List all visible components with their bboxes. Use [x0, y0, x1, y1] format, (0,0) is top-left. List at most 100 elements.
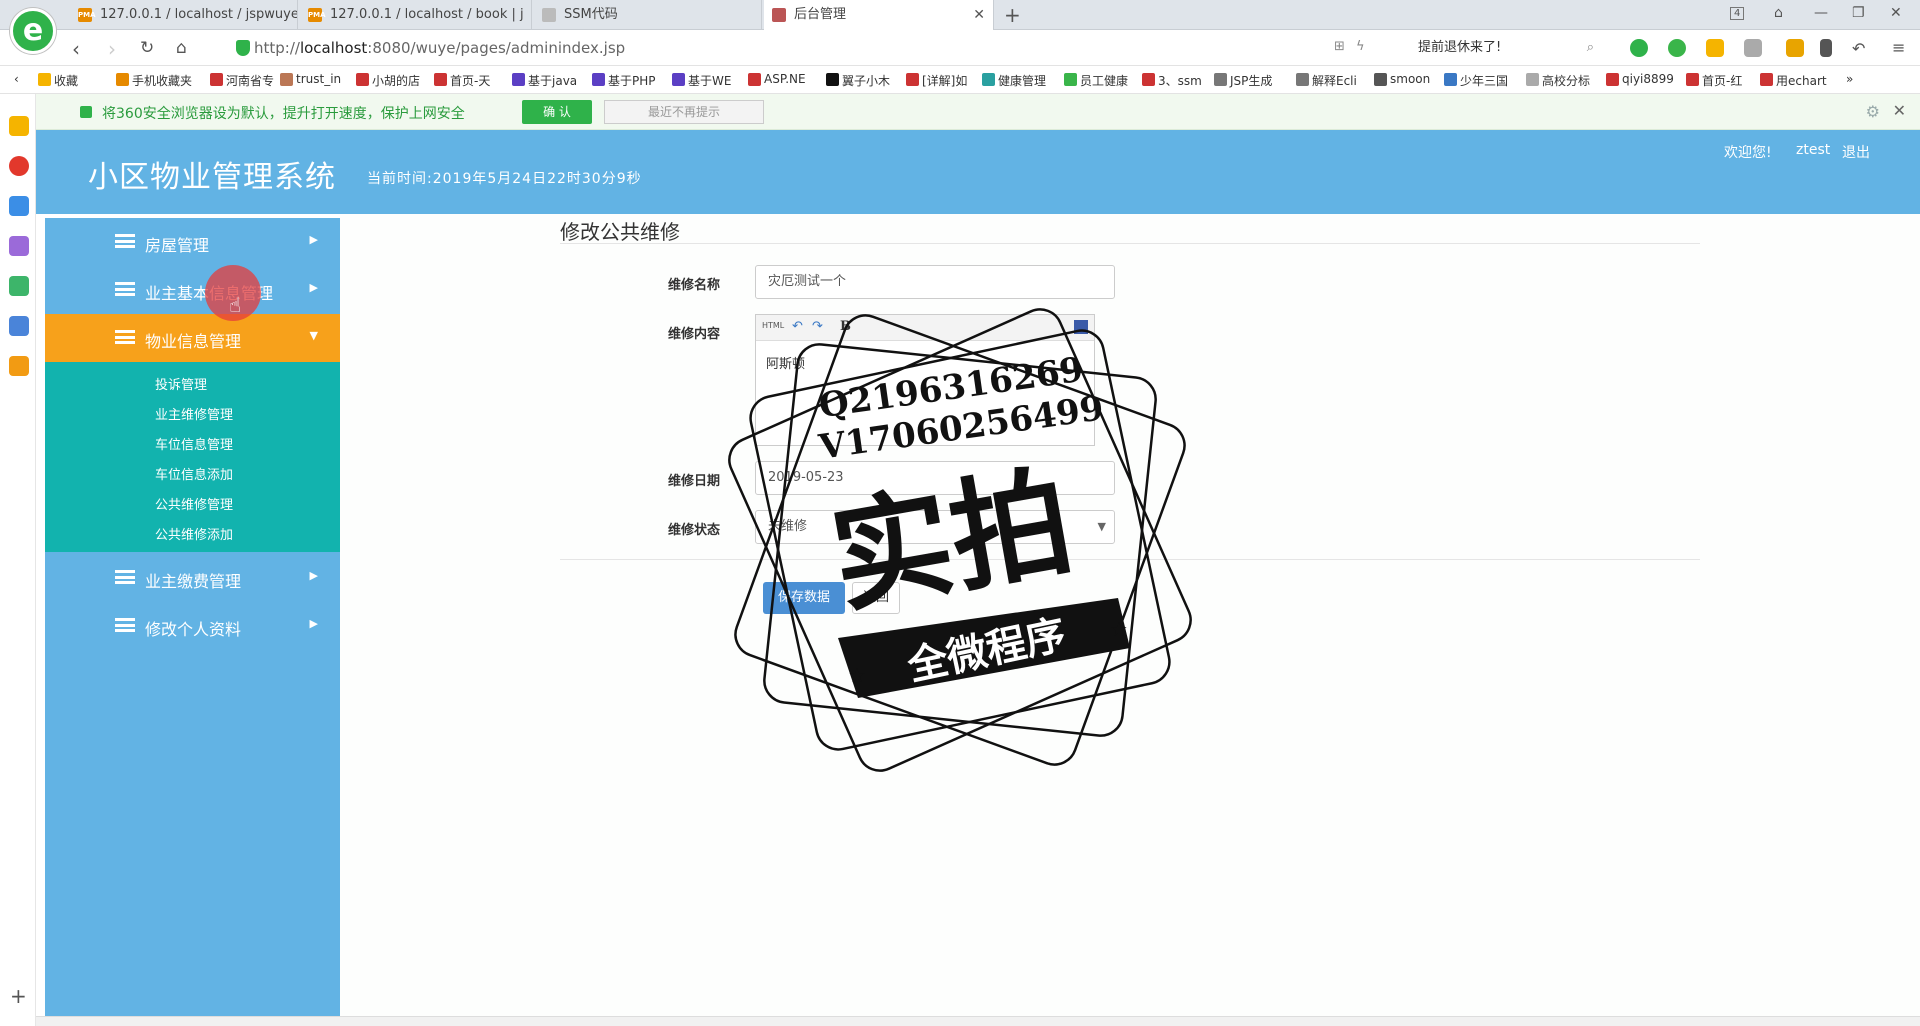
undo-icon[interactable]: ↶ — [792, 319, 803, 334]
search-icon[interactable]: ⌕ — [1587, 35, 1594, 61]
logout-link[interactable]: 退出 — [1842, 142, 1870, 162]
close-tab-icon[interactable]: ✕ — [973, 0, 985, 30]
favorites-icon[interactable] — [9, 116, 29, 136]
bookmark-label: JSP生成 — [1230, 74, 1273, 88]
main-content: 修改公共维修 维修名称 灾厄测试一个 维修内容 HTML ↶ ↷ B 阿斯顿 维… — [340, 214, 1920, 1016]
browser-tab[interactable]: SSM代码 — [534, 0, 762, 30]
video-icon[interactable] — [9, 276, 29, 296]
lightning-icon[interactable]: ϟ — [1356, 39, 1365, 54]
menu-icon[interactable]: ≡ — [1892, 38, 1905, 57]
comic-icon[interactable] — [9, 236, 29, 256]
close-window-icon[interactable]: ✕ — [1890, 5, 1902, 21]
bookmark-item[interactable]: 高校分标 — [1526, 72, 1590, 89]
home-icon[interactable]: ⌂ — [176, 38, 187, 58]
bookmark-label: 首页-红 — [1702, 74, 1743, 88]
html-mode-icon[interactable]: HTML — [762, 321, 784, 330]
confirm-button[interactable]: 确 认 — [522, 100, 592, 124]
gear-icon[interactable]: ⚙ — [1866, 102, 1880, 121]
repair-name-input[interactable]: 灾厄测试一个 — [755, 265, 1115, 299]
redo-icon[interactable]: ↷ — [812, 319, 823, 334]
search-field[interactable]: 提前退休来了! ⌕ — [1408, 35, 1598, 61]
bold-icon[interactable]: B — [840, 319, 851, 334]
repair-date-input[interactable]: 2019-05-23 — [755, 461, 1115, 495]
save-button[interactable]: 保存数据 — [763, 582, 845, 614]
submenu-owner-repair[interactable]: 业主维修管理 — [155, 404, 233, 423]
new-tab-button[interactable]: + — [1004, 3, 1021, 27]
sidebar-item-house[interactable]: 房屋管理 ▶ — [45, 218, 340, 266]
bookmark-item[interactable]: 少年三国 — [1444, 72, 1508, 89]
bookmark-item[interactable]: 收藏 — [38, 72, 78, 89]
bookmark-item[interactable]: 河南省专 — [210, 72, 274, 89]
tab-count-badge[interactable]: 4 — [1730, 7, 1745, 20]
bookmark-label: 基于PHP — [608, 74, 656, 88]
undo-icon[interactable]: ↶ — [1852, 39, 1865, 58]
bookmark-item[interactable]: 基于java — [512, 72, 577, 89]
bookmark-item[interactable]: 首页-红 — [1686, 72, 1742, 89]
restore-icon[interactable]: ❐ — [1852, 5, 1865, 21]
back-icon[interactable]: ‹ — [72, 37, 80, 61]
bookmark-item[interactable]: ASP.NE — [748, 72, 806, 86]
bookmark-favicon-icon — [210, 73, 223, 86]
bookmark-item[interactable]: 翼子小木 — [826, 72, 890, 89]
sidebar-item-profile[interactable]: 修改个人资料 ▶ — [45, 602, 340, 650]
minimize-icon[interactable]: — — [1814, 5, 1828, 21]
qr-icon[interactable]: ⊞ — [1334, 39, 1345, 54]
bookmark-favicon-icon — [592, 73, 605, 86]
bookmark-label: 健康管理 — [998, 74, 1047, 88]
bookmark-item[interactable]: 员工健康 — [1064, 72, 1128, 89]
shield-icon[interactable] — [1706, 39, 1724, 57]
dismiss-button[interactable]: 最近不再提示 — [604, 100, 764, 124]
submenu-public-repair-add[interactable]: 公共维修添加 — [155, 524, 233, 543]
browser-tab-active[interactable]: 后台管理 ✕ — [764, 0, 994, 31]
sidebar-item-owner-info[interactable]: 业主基本信息管理 ▶ — [45, 266, 340, 314]
browser-tab[interactable]: PMA 127.0.0.1 / localhost / book | j — [300, 0, 532, 30]
back-button[interactable]: 返回 — [852, 582, 900, 614]
translate-icon[interactable] — [1668, 39, 1686, 57]
weibo-icon[interactable] — [9, 156, 29, 176]
bookmark-item[interactable]: 用echart — [1760, 72, 1827, 89]
scissors-icon[interactable] — [1630, 39, 1648, 57]
submenu-public-repair-manage[interactable]: 公共维修管理 — [155, 494, 233, 513]
phone-icon[interactable] — [1820, 39, 1832, 57]
url-field[interactable]: http://localhost:8080/wuye/pages/adminin… — [230, 35, 1380, 61]
add-icon[interactable]: + — [10, 984, 27, 1008]
bookmark-item[interactable]: 基于PHP — [592, 72, 656, 89]
bookmark-item[interactable]: 解释Ecli — [1296, 72, 1357, 89]
bookmark-item[interactable]: 基于WE — [672, 72, 731, 89]
bookmarks-overflow-icon[interactable]: » — [1846, 72, 1853, 86]
username-link[interactable]: ztest — [1796, 142, 1830, 158]
bookmark-item[interactable]: 3、ssm — [1142, 72, 1202, 89]
editor-toolbar: HTML ↶ ↷ B — [756, 315, 1094, 341]
bookmark-item[interactable]: qiyi8899 — [1606, 72, 1674, 86]
bookmark-item[interactable]: smoon — [1374, 72, 1430, 86]
bookmark-item[interactable]: 手机收藏夹 — [116, 72, 192, 89]
bookmark-item[interactable]: 首页-天 — [434, 72, 490, 89]
shirt-icon[interactable]: ⌂ — [1774, 5, 1783, 21]
bookmarks-collapse-icon[interactable]: ‹ — [14, 72, 19, 86]
bookmark-item[interactable]: trust_in — [280, 72, 341, 86]
repair-status-select[interactable]: 未维修 ▼ — [755, 510, 1115, 544]
sidebar-item-payment[interactable]: 业主缴费管理 ▶ — [45, 554, 340, 602]
submenu-parking-manage[interactable]: 车位信息管理 — [155, 434, 233, 453]
bookmark-item[interactable]: [详解]如 — [906, 72, 967, 89]
sidebar-item-property-info[interactable]: 物业信息管理 ▼ — [45, 314, 340, 362]
bookmarks-bar: 收藏 手机收藏夹 河南省专 trust_in 小胡的店 首页-天 基于java 基于PHP 基于… — [0, 66, 1920, 94]
apps-icon[interactable] — [1786, 39, 1804, 57]
bookmark-item[interactable]: 健康管理 — [982, 72, 1046, 89]
browser-tab[interactable]: PMA 127.0.0.1 / localhost / jspwuye — [70, 0, 298, 30]
forward-icon[interactable]: › — [108, 37, 116, 61]
mail-icon[interactable] — [9, 196, 29, 216]
game-icon[interactable] — [1744, 39, 1762, 57]
search-text: 提前退休来了! — [1418, 40, 1502, 55]
fullscreen-icon[interactable] — [1074, 320, 1088, 334]
document-icon[interactable] — [9, 316, 29, 336]
browser-logo-icon[interactable]: e — [10, 8, 56, 54]
notes-icon[interactable] — [9, 356, 29, 376]
bookmark-item[interactable]: JSP生成 — [1214, 72, 1272, 89]
bookmark-item[interactable]: 小胡的店 — [356, 72, 420, 89]
close-icon[interactable]: ✕ — [1893, 101, 1906, 120]
submenu-complaints[interactable]: 投诉管理 — [155, 374, 207, 393]
submenu-parking-add[interactable]: 车位信息添加 — [155, 464, 233, 483]
repair-content-editor[interactable]: HTML ↶ ↷ B 阿斯顿 — [755, 314, 1095, 446]
reload-icon[interactable]: ↻ — [140, 38, 154, 58]
